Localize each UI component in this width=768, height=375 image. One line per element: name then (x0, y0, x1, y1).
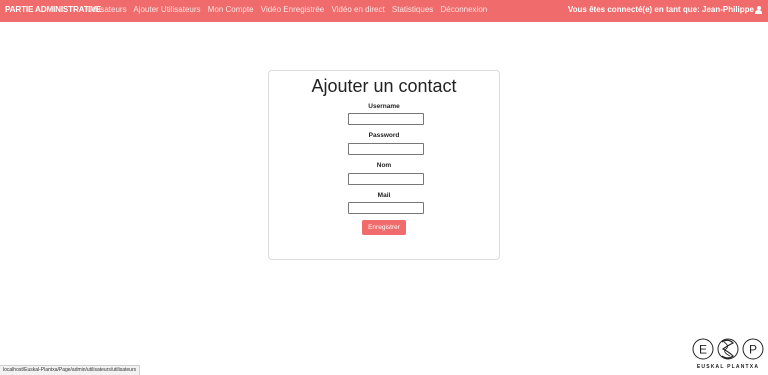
username-input[interactable] (348, 113, 424, 125)
nav-link-video-en-direct[interactable]: Vidéo en direct (331, 5, 384, 14)
user-status-text: Vous êtes connecté(e) en tant que: Jean-… (567, 5, 754, 14)
password-input[interactable] (348, 143, 424, 155)
add-contact-form: Ajouter un contact Username Password Nom… (268, 70, 500, 260)
logo-mark-icon: E P (692, 338, 764, 360)
svg-text:E: E (699, 343, 707, 357)
nav-link-utilisateurs[interactable]: Utilisateurs (87, 5, 127, 14)
save-button[interactable]: Enregistrer (362, 220, 406, 235)
nom-input[interactable] (348, 173, 424, 185)
mail-input[interactable] (348, 202, 424, 214)
user-icon (755, 5, 762, 14)
nav-link-ajouter-utilisateurs[interactable]: Ajouter Utilisateurs (133, 5, 200, 14)
nav-link-video-enregistree[interactable]: Vidéo Enregistrée (261, 5, 324, 14)
user-info[interactable]: Vous êtes connecté(e) en tant que: Jean-… (568, 5, 762, 14)
nav-links: Utilisateurs Ajouter Utilisateurs Mon Co… (87, 5, 492, 14)
euskal-plantxa-logo: E P EUSKAL PLANTXA (692, 336, 764, 370)
nav-link-statistiques[interactable]: Statistiques (392, 5, 433, 14)
username-label: Username (368, 103, 400, 110)
nav-link-deconnexion[interactable]: Déconnexion (441, 5, 488, 14)
top-navbar: PARTIE ADMINISTRATIVE Utilisateurs Ajout… (0, 0, 768, 22)
form-title: Ajouter un contact (311, 76, 457, 96)
mail-label: Mail (377, 192, 391, 199)
nom-label: Nom (376, 162, 392, 169)
password-label: Password (368, 132, 400, 139)
logo-text: EUSKAL PLANTXA (696, 364, 760, 370)
nav-link-mon-compte[interactable]: Mon Compte (208, 5, 254, 14)
svg-text:P: P (749, 343, 757, 357)
